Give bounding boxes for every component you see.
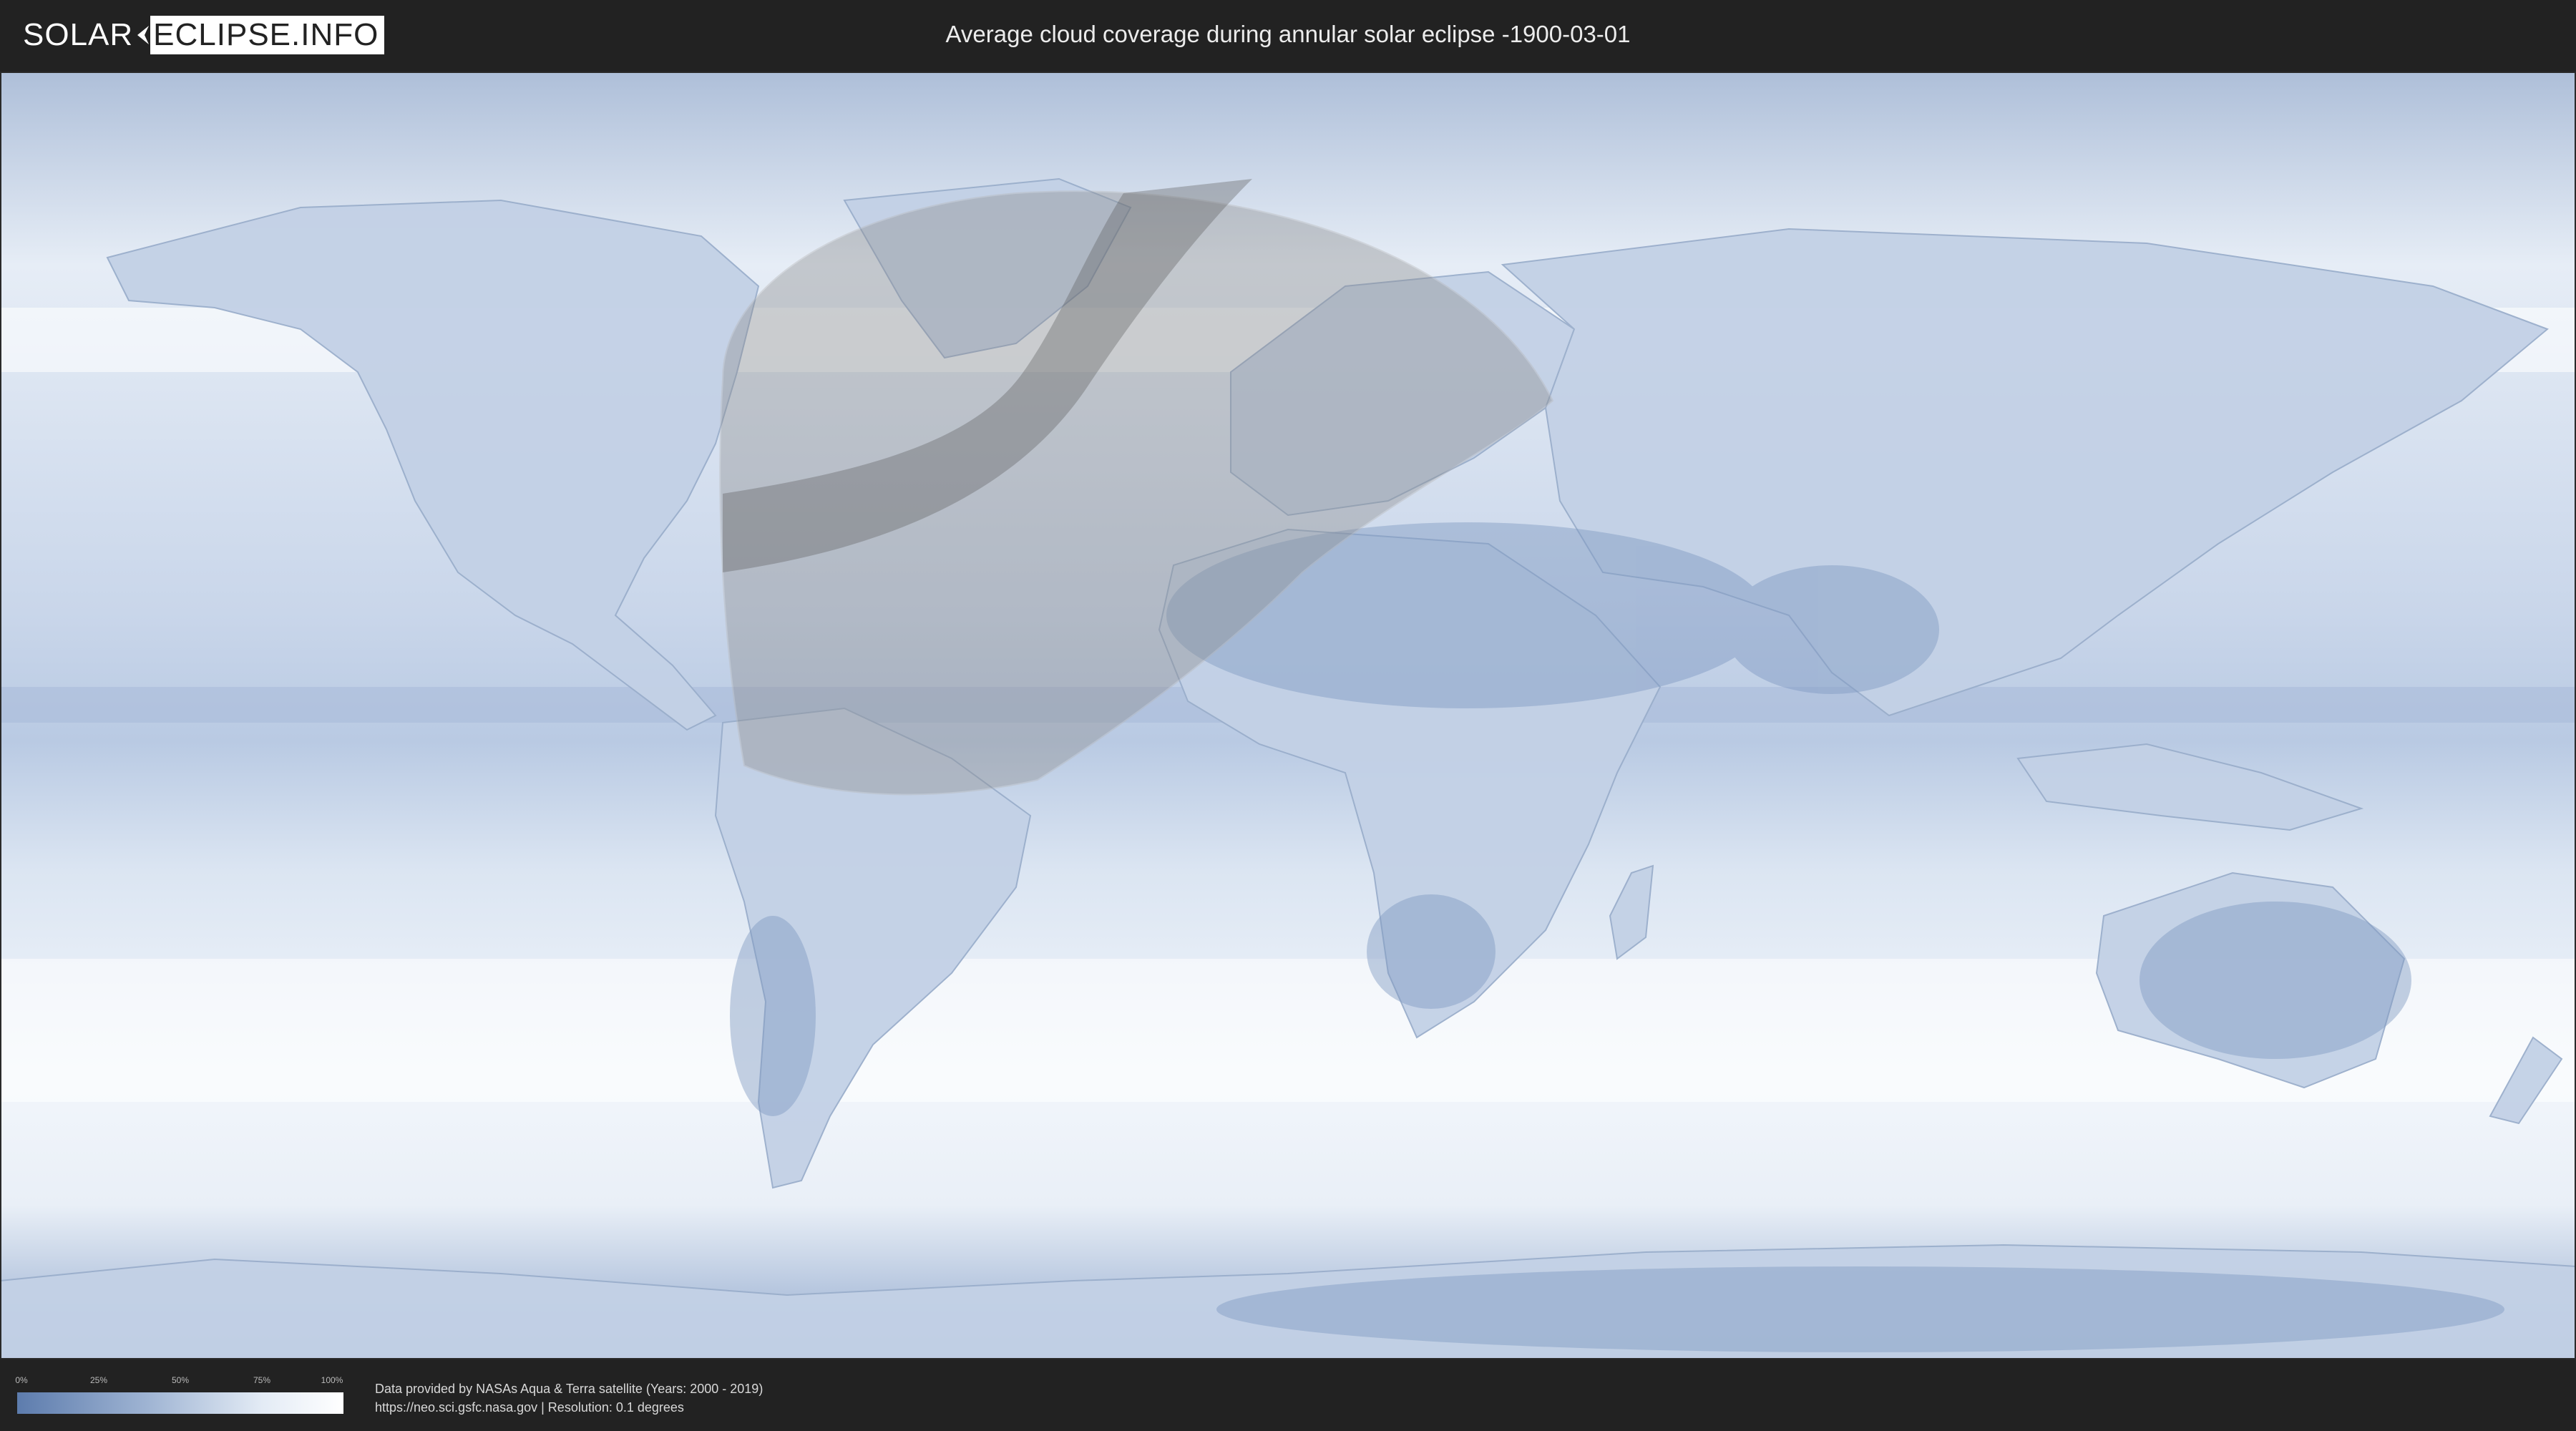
credits-source: Data provided by NASAs Aqua & Terra sate…: [375, 1382, 763, 1396]
data-credits: Data provided by NASAs Aqua & Terra sate…: [375, 1379, 763, 1417]
credits-url[interactable]: https://neo.sci.gsfc.nasa.gov | Resoluti…: [375, 1398, 763, 1417]
cloud-coverage-map[interactable]: [0, 72, 2576, 1359]
legend-tick-100: 100%: [321, 1375, 343, 1385]
world-map: [0, 72, 2576, 1359]
header-bar: SOLAR ECLIPSE.INFO Average cloud coverag…: [0, 0, 2576, 72]
legend-tick-25: 25%: [89, 1375, 108, 1385]
page-title: Average cloud coverage during annular so…: [945, 21, 1631, 47]
footer-bar: 0% 25% 50% 75% 100% Data provided by NAS…: [0, 1359, 2576, 1431]
legend-color-bar: [17, 1392, 343, 1414]
legend-tick-75: 75%: [253, 1375, 271, 1385]
cloud-coverage-legend: 0% 25% 50% 75% 100%: [15, 1375, 343, 1415]
legend-tick-50: 50%: [171, 1375, 190, 1385]
legend-tick-0: 0%: [15, 1375, 28, 1385]
